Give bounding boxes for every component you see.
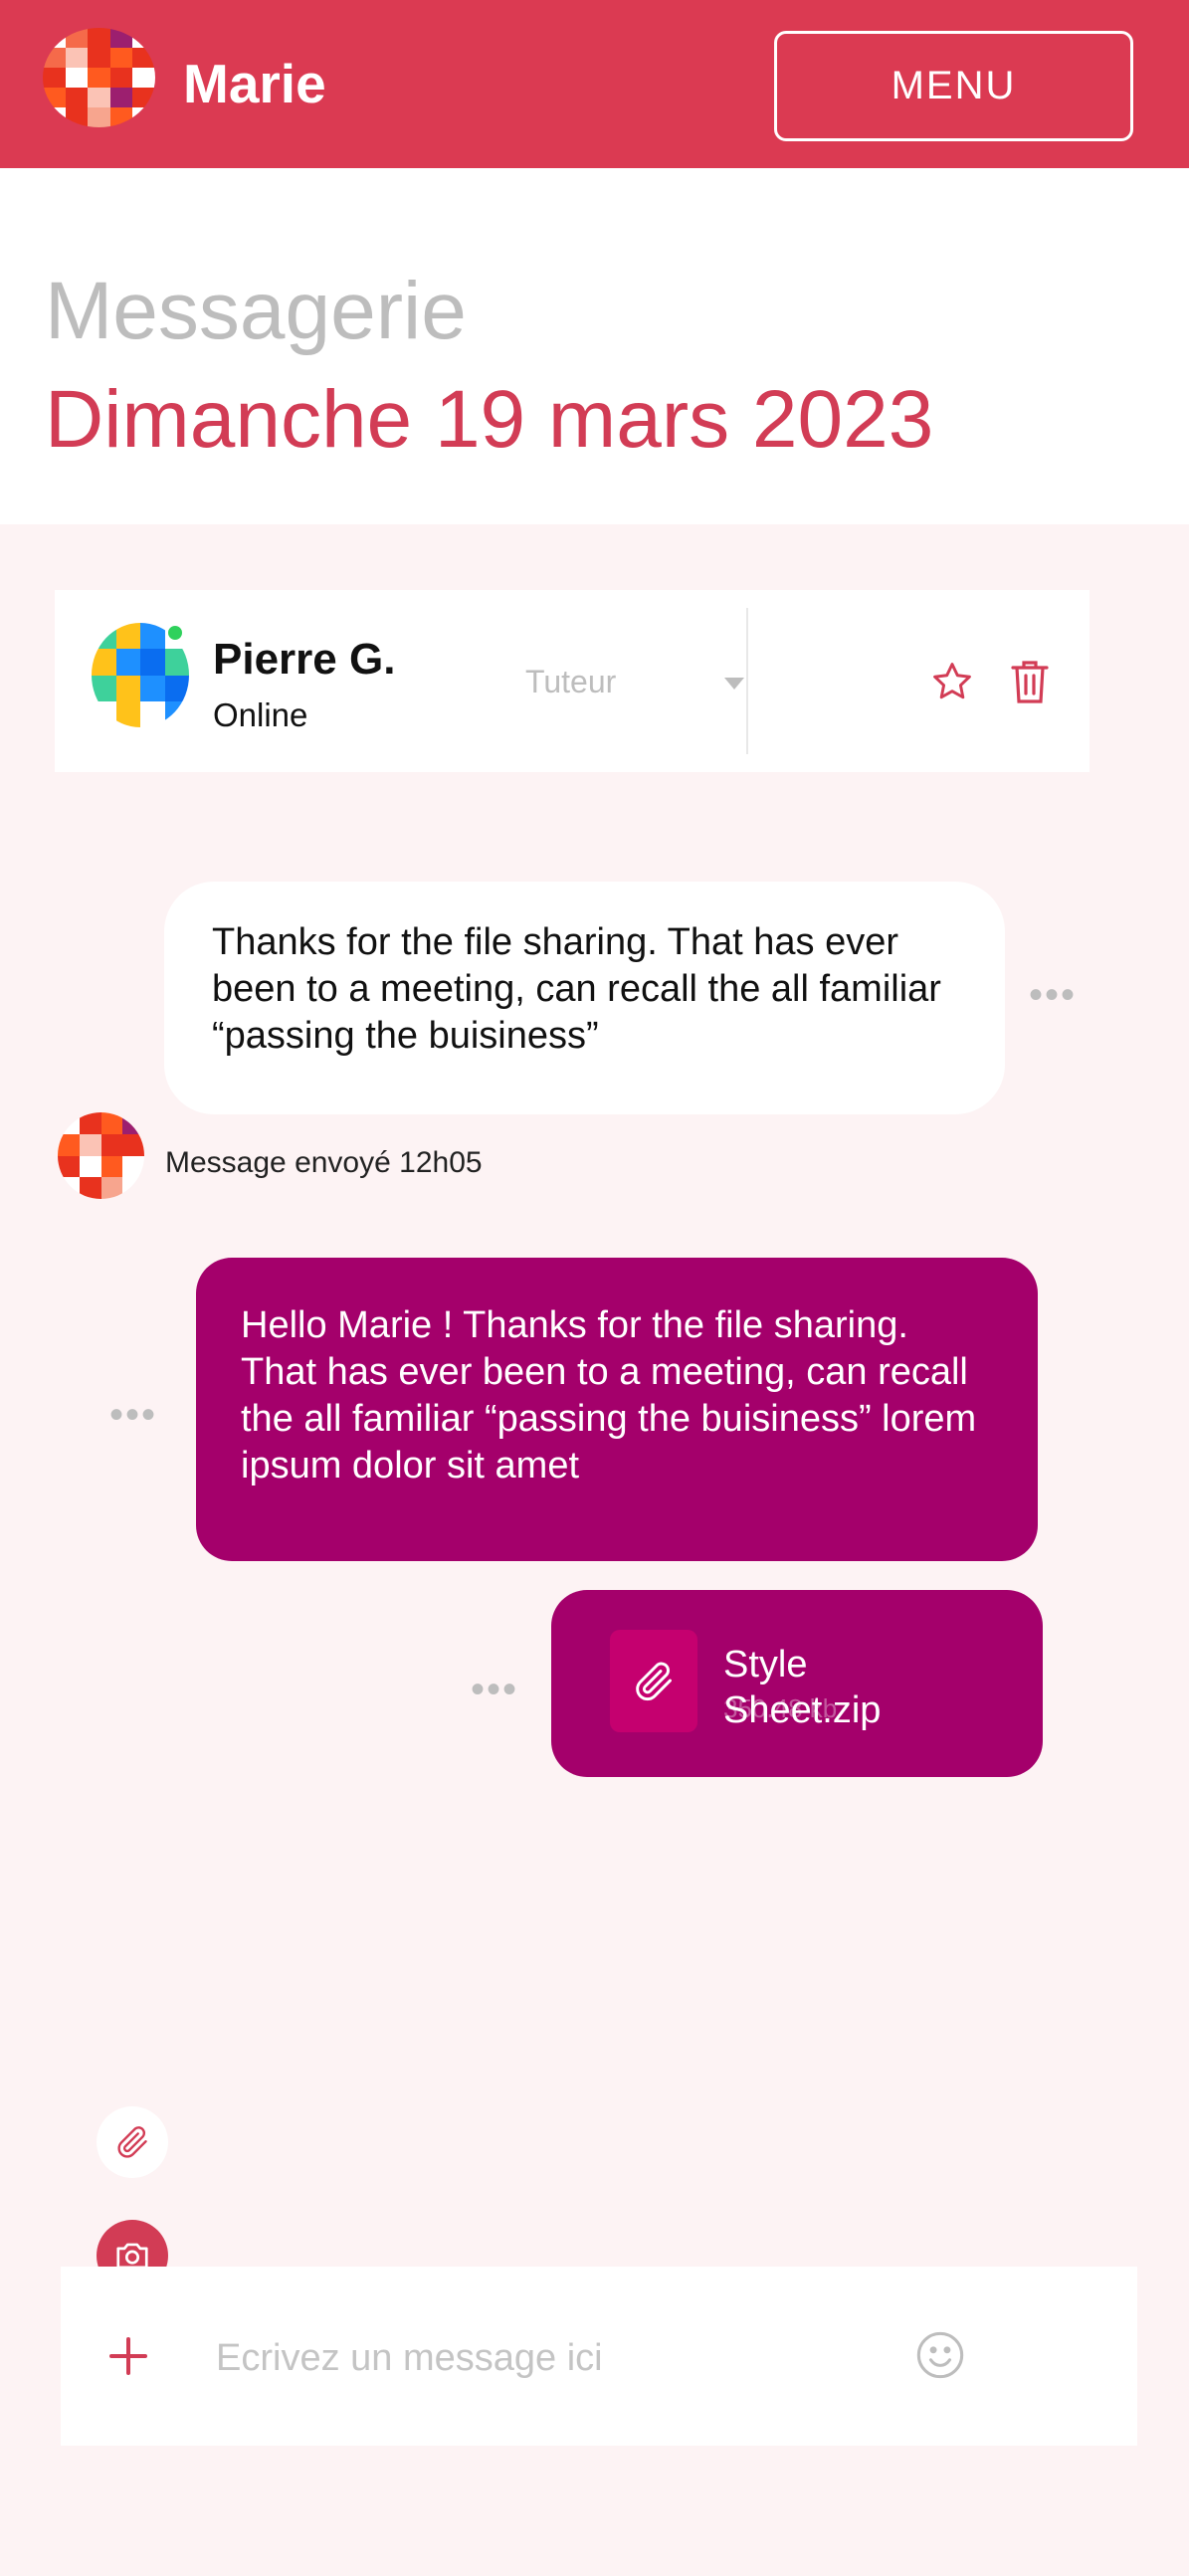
mosaic-cell bbox=[100, 1155, 123, 1178]
page-title: Messagerie bbox=[45, 266, 467, 356]
page-title-area: Messagerie Dimanche 19 mars 2023 bbox=[0, 168, 1189, 524]
mosaic-cell bbox=[92, 700, 116, 727]
file-attachment-bubble[interactable]: 350.48 kb Style Sheet.zip bbox=[551, 1590, 1043, 1777]
mosaic-cell bbox=[122, 1177, 144, 1199]
sender-avatar bbox=[58, 1112, 144, 1199]
mosaic-cell bbox=[122, 1112, 144, 1134]
more-options-icon[interactable]: ••• bbox=[109, 1395, 157, 1435]
paperclip-icon bbox=[610, 1630, 697, 1732]
mosaic-cell bbox=[79, 1155, 101, 1178]
mosaic-cell bbox=[140, 623, 165, 650]
mosaic-cell bbox=[109, 68, 133, 88]
mosaic-cell bbox=[100, 1112, 123, 1134]
menu-button[interactable]: MENU bbox=[774, 31, 1133, 141]
mosaic-cell bbox=[58, 1133, 80, 1156]
file-name: Style Sheet.zip bbox=[723, 1644, 882, 1731]
mosaic-cell bbox=[164, 675, 189, 701]
more-options-icon[interactable]: ••• bbox=[1029, 975, 1077, 1015]
mosaic-cell bbox=[140, 700, 165, 727]
role-select[interactable]: Tuteur bbox=[525, 664, 744, 703]
mosaic-cell bbox=[58, 1177, 80, 1199]
mosaic-cell bbox=[43, 28, 66, 48]
mosaic-cell bbox=[109, 48, 133, 68]
mosaic-cell bbox=[65, 68, 89, 88]
message-bubble-outgoing: Hello Marie ! Thanks for the file sharin… bbox=[196, 1258, 1038, 1561]
app-header: Marie MENU bbox=[0, 0, 1189, 168]
mosaic-cell bbox=[100, 1177, 123, 1199]
mosaic-cell bbox=[65, 107, 89, 127]
mosaic-cell bbox=[132, 88, 155, 107]
mosaic-cell bbox=[88, 28, 110, 48]
mosaic-cell bbox=[65, 28, 89, 48]
online-indicator bbox=[166, 624, 184, 642]
mosaic-cell bbox=[88, 48, 110, 68]
mosaic-cell bbox=[88, 88, 110, 107]
app-name: Marie bbox=[183, 53, 326, 114]
mosaic-cell bbox=[92, 649, 116, 676]
mosaic-cell bbox=[92, 675, 116, 701]
mosaic-cell bbox=[122, 1155, 144, 1178]
mosaic-cell bbox=[92, 623, 116, 650]
mosaic-cell bbox=[109, 107, 133, 127]
mosaic-cell bbox=[132, 48, 155, 68]
trash-icon[interactable] bbox=[1010, 658, 1050, 705]
mosaic-cell bbox=[115, 675, 140, 701]
paperclip-icon bbox=[117, 2126, 147, 2158]
mosaic-cell bbox=[58, 1112, 80, 1134]
mosaic-cell bbox=[43, 107, 66, 127]
mosaic-cell bbox=[109, 28, 133, 48]
mosaic-cell bbox=[115, 700, 140, 727]
mosaic-cell bbox=[132, 28, 155, 48]
attach-file-button[interactable] bbox=[97, 2106, 168, 2178]
page-date: Dimanche 19 mars 2023 bbox=[45, 374, 934, 465]
mosaic-cell bbox=[43, 68, 66, 88]
mosaic-cell bbox=[79, 1112, 101, 1134]
mosaic-cell bbox=[65, 48, 89, 68]
divider bbox=[746, 608, 748, 754]
message-composer bbox=[61, 2267, 1137, 2446]
role-select-value: Tuteur bbox=[525, 664, 617, 699]
message-text: Thanks for the file sharing. That has ev… bbox=[212, 921, 941, 1057]
mosaic-cell bbox=[115, 623, 140, 650]
message-input[interactable] bbox=[216, 2326, 912, 2390]
contact-name: Pierre G. bbox=[213, 635, 396, 684]
plus-icon[interactable] bbox=[108, 2336, 148, 2376]
mosaic-cell bbox=[115, 649, 140, 676]
mosaic-cell bbox=[100, 1133, 123, 1156]
mosaic-cell bbox=[164, 649, 189, 676]
contact-status: Online bbox=[213, 696, 308, 733]
mosaic-cell bbox=[65, 88, 89, 107]
star-icon[interactable] bbox=[930, 660, 974, 703]
message-timestamp: Message envoyé 12h05 bbox=[165, 1146, 483, 1179]
mosaic-cell bbox=[122, 1133, 144, 1156]
mosaic-cell bbox=[164, 700, 189, 727]
mosaic-cell bbox=[132, 68, 155, 88]
contact-card: Pierre G. Online Tuteur bbox=[55, 590, 1090, 772]
message-bubble-incoming: Thanks for the file sharing. That has ev… bbox=[164, 882, 1005, 1114]
app-logo bbox=[43, 28, 155, 127]
mosaic-cell bbox=[88, 68, 110, 88]
mosaic-cell bbox=[58, 1155, 80, 1178]
mosaic-cell bbox=[140, 675, 165, 701]
mosaic-cell bbox=[140, 649, 165, 676]
mosaic-cell bbox=[43, 88, 66, 107]
mosaic-cell bbox=[109, 88, 133, 107]
mosaic-cell bbox=[79, 1177, 101, 1199]
mosaic-cell bbox=[132, 107, 155, 127]
mosaic-cell bbox=[43, 48, 66, 68]
mosaic-cell bbox=[88, 107, 110, 127]
more-options-icon[interactable]: ••• bbox=[471, 1670, 518, 1709]
emoji-icon[interactable] bbox=[914, 2329, 966, 2381]
chevron-down-icon bbox=[724, 678, 744, 690]
message-text: Hello Marie ! Thanks for the file sharin… bbox=[241, 1304, 977, 1486]
mosaic-cell bbox=[79, 1133, 101, 1156]
